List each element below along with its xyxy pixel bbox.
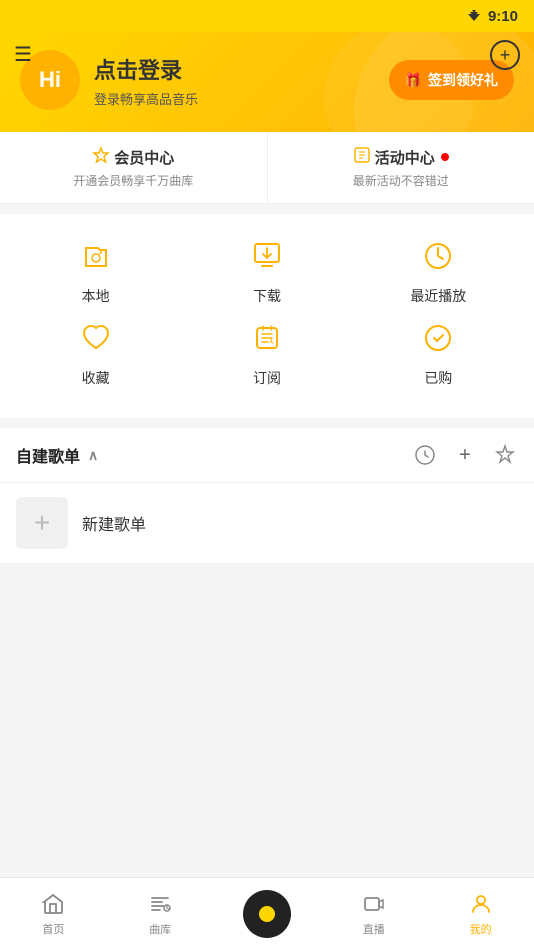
playlist-header-left[interactable]: 自建歌单 ∧ <box>16 443 98 467</box>
purchased-icon <box>416 316 460 360</box>
header-banner: Hi 点击登录 登录畅享高品音乐 🎁 签到领好礼 <box>0 32 534 132</box>
add-playlist-icon[interactable]: + <box>452 442 478 468</box>
library-icon <box>147 891 173 917</box>
bottom-nav: 首页 曲库 直播 <box>0 877 534 949</box>
nav-item-home[interactable]: 首页 <box>0 891 107 937</box>
home-label: 首页 <box>42 921 64 937</box>
library-label: 曲库 <box>149 921 171 937</box>
grid-item-purchased[interactable]: 已购 <box>388 316 488 388</box>
playlist-section: 自建歌单 ∧ + + 新建歌单 <box>0 428 534 563</box>
grid-row-2: 收藏 订阅 已购 <box>10 316 524 388</box>
member-center-title: 会员中心 <box>92 146 174 168</box>
activity-center-title: 活动中心 <box>353 146 449 168</box>
member-center-item[interactable]: 会员中心 开通会员畅享千万曲库 <box>0 132 268 203</box>
member-icon <box>92 146 110 168</box>
live-icon <box>361 891 387 917</box>
collapse-icon[interactable]: ∧ <box>88 447 98 464</box>
purchased-label: 已购 <box>424 368 452 388</box>
header-subtitle: 登录畅享高品音乐 <box>94 89 198 108</box>
new-playlist-label: 新建歌单 <box>82 511 146 535</box>
recent-icon <box>416 234 460 278</box>
nav-item-live[interactable]: 直播 <box>320 891 427 937</box>
activity-badge <box>441 153 449 161</box>
grid-item-favorite[interactable]: 收藏 <box>46 316 146 388</box>
time-display: 9:10 <box>488 8 518 25</box>
download-label: 下载 <box>253 286 281 306</box>
recent-label: 最近播放 <box>410 286 466 306</box>
grid-item-subscribe[interactable]: 订阅 <box>217 316 317 388</box>
status-bar-right: 9:10 <box>466 8 518 25</box>
playlist-title: 自建歌单 <box>16 443 80 467</box>
member-center-sub: 开通会员畅享千万曲库 <box>73 172 193 189</box>
sign-in-icon: 🎁 <box>405 72 422 89</box>
play-inner <box>259 906 275 922</box>
header-title[interactable]: 点击登录 <box>94 53 198 85</box>
sign-in-label: 签到领好礼 <box>428 70 498 90</box>
header-text: 点击登录 登录畅享高品音乐 <box>94 53 198 108</box>
nav-item-play[interactable] <box>214 890 321 938</box>
download-icon <box>245 234 289 278</box>
local-label: 本地 <box>82 286 110 306</box>
activity-center-sub: 最新活动不容错过 <box>353 172 449 189</box>
nav-item-mine[interactable]: 我的 <box>427 891 534 937</box>
home-icon <box>40 891 66 917</box>
menu-button[interactable]: ☰ <box>14 42 32 67</box>
mine-label: 我的 <box>470 921 492 937</box>
playlist-header-right: + <box>412 442 518 468</box>
subscribe-label: 订阅 <box>253 368 281 388</box>
grid-item-download[interactable]: 下载 <box>217 234 317 306</box>
play-button[interactable] <box>243 890 291 938</box>
mine-icon <box>468 891 494 917</box>
grid-item-recent[interactable]: 最近播放 <box>388 234 488 306</box>
new-playlist-thumb: + <box>16 497 68 549</box>
playlist-header: 自建歌单 ∧ + <box>0 428 534 483</box>
activity-icon <box>353 146 371 168</box>
grid-item-local[interactable]: 本地 <box>46 234 146 306</box>
activity-center-item[interactable]: 活动中心 最新活动不容错过 <box>268 132 534 203</box>
local-icon <box>74 234 118 278</box>
subscribe-icon <box>245 316 289 360</box>
nav-item-library[interactable]: 曲库 <box>107 891 214 937</box>
google-icon[interactable] <box>412 442 438 468</box>
favorite-icon <box>74 316 118 360</box>
status-bar: 9:10 <box>0 0 534 32</box>
live-label: 直播 <box>363 921 385 937</box>
favorite-label: 收藏 <box>82 368 110 388</box>
grid-row-1: 本地 下载 最近播放 <box>10 234 524 306</box>
top-add-button[interactable]: + <box>490 40 520 70</box>
feature-row: 会员中心 开通会员畅享千万曲库 活动中心 最新活动不容错过 <box>0 132 534 204</box>
grid-section: 本地 下载 最近播放 <box>0 214 534 418</box>
settings-playlist-icon[interactable] <box>492 442 518 468</box>
new-playlist-item[interactable]: + 新建歌单 <box>0 483 534 563</box>
header-left: Hi 点击登录 登录畅享高品音乐 <box>20 50 198 110</box>
wifi-icon <box>466 8 482 24</box>
